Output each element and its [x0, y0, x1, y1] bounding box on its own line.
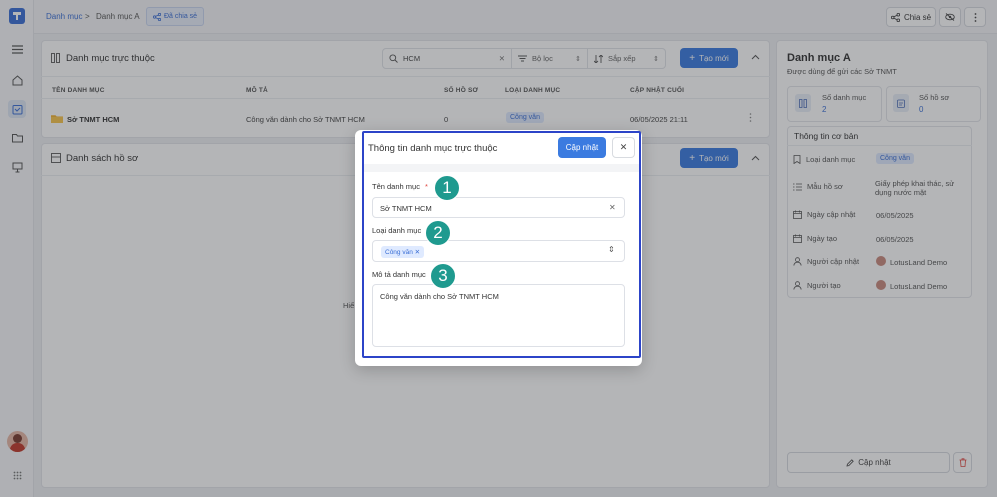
modal-close-button[interactable]: ✕ [612, 137, 635, 158]
required-asterisk: * [425, 182, 428, 191]
close-icon: ✕ [619, 142, 628, 152]
type-field-label: Loại danh mục [372, 226, 422, 235]
step-marker-3: 3 [430, 263, 456, 289]
type-chip-label: Công văn [385, 249, 413, 256]
chip-remove-icon[interactable]: ✕ [415, 249, 420, 256]
name-input[interactable]: Sở TNMT HCM [380, 204, 432, 213]
step-marker-1: 1 [434, 175, 460, 201]
step-marker-2: 2 [425, 220, 451, 246]
description-input[interactable]: Công văn dành cho Sở TNMT HCM [380, 292, 499, 301]
name-field-label: Tên danh mục [372, 182, 420, 191]
modal-update-label: Cập nhật [565, 143, 599, 152]
description-field-label: Mô tả danh mục [372, 270, 426, 279]
chevron-updown-icon: ⇕ [608, 245, 615, 254]
clear-name-icon[interactable]: ✕ [609, 203, 616, 212]
modal-title: Thông tin danh mục trực thuộc [368, 143, 498, 154]
type-chip[interactable]: Công văn ✕ [381, 246, 425, 258]
modal-header-divider [363, 164, 639, 172]
modal-update-button[interactable]: Cập nhật [558, 137, 606, 158]
